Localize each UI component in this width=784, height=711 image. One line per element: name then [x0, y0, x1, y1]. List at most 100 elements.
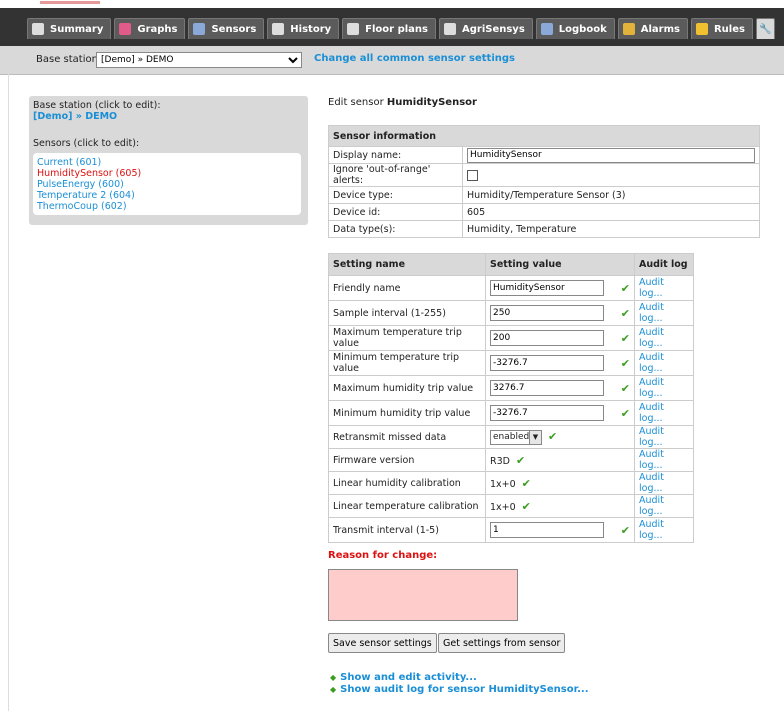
audit-log-link[interactable]: Audit log...	[634, 375, 694, 401]
bell-icon	[622, 23, 635, 35]
setting-row: Maximum temperature trip value ✔ Audit log…	[328, 325, 694, 351]
setting-text: 1x+0	[490, 501, 516, 513]
wrench-icon	[32, 23, 44, 35]
setting-value-cell: ✔	[485, 300, 635, 326]
graph-icon	[119, 23, 132, 35]
cylinder-icon	[443, 23, 456, 35]
sensor-link[interactable]: PulseEnergy (600)	[37, 179, 124, 190]
data-types-value: Humidity, Temperature	[462, 220, 760, 238]
cylinder-icon	[272, 23, 285, 35]
activity-link[interactable]: ◆ Show and edit activity...	[330, 672, 477, 683]
setting-value-wrap: ✔	[490, 405, 630, 421]
audit-log-link[interactable]: Audit log...	[634, 325, 694, 351]
setting-select[interactable]: enabled ▼	[490, 429, 542, 445]
tab-label: Sensors	[211, 23, 257, 35]
setting-value-cell: R3D ✔	[485, 448, 635, 472]
audit-log-link[interactable]: Audit log...	[634, 300, 694, 326]
display-name-input[interactable]	[467, 147, 755, 163]
sensor-link[interactable]: Temperature 2 (604)	[37, 190, 135, 201]
setting-value-cell: ✔	[485, 517, 635, 543]
setting-value-wrap: ✔	[490, 522, 630, 538]
tab-label: AgriSensys	[461, 23, 525, 35]
setting-name: Maximum humidity trip value	[328, 375, 486, 401]
audit-log-link[interactable]: Audit log...	[634, 275, 694, 301]
tab-agrisensys[interactable]: AgriSensys	[438, 18, 533, 39]
tab-label: Alarms	[640, 23, 680, 35]
base-station-bar: Base station: [Demo] » DEMO Change all c…	[0, 46, 784, 75]
edit-prefix: Edit sensor	[328, 97, 384, 108]
sensor-link[interactable]: HumiditySensor (605)	[37, 168, 141, 179]
device-type-value: Humidity/Temperature Sensor (3)	[462, 186, 760, 204]
setting-name: Linear humidity calibration	[328, 471, 486, 495]
tab-summary[interactable]: Summary	[27, 18, 112, 39]
check-icon: ✔	[620, 523, 630, 537]
setting-name: Friendly name	[328, 275, 486, 301]
audit-log-link[interactable]: Audit log...	[634, 517, 694, 543]
setting-input[interactable]	[490, 330, 604, 346]
tab-floor-plans[interactable]: Floor plans	[342, 18, 436, 39]
col-audit-log: Audit log	[634, 253, 694, 276]
display-name-label: Display name:	[328, 146, 463, 164]
tab-rules[interactable]: Rules	[690, 18, 753, 39]
tab-logbook[interactable]: Logbook	[535, 18, 615, 39]
device-type-label: Device type:	[328, 186, 463, 204]
sensor-list: Current (601) HumiditySensor (605) PulseEn…	[33, 153, 301, 215]
tab-graphs[interactable]: Graphs	[114, 18, 186, 39]
setting-text: R3D	[490, 455, 510, 467]
setting-row: Retransmit missed data enabled ▼ ✔ Audit log…	[328, 425, 694, 449]
setting-row: Minimum humidity trip value ✔ Audit log...	[328, 400, 694, 426]
tab-sensors[interactable]: Sensors	[188, 18, 265, 39]
audit-log-link-text: Show audit log for sensor HumiditySensor…	[340, 684, 589, 695]
save-settings-button[interactable]: Save sensor settings	[328, 633, 437, 653]
setting-row: Maximum humidity trip value ✔ Audit log...	[328, 375, 694, 401]
setting-value-wrap: enabled ▼ ✔	[490, 429, 630, 445]
audit-log-link[interactable]: Audit log...	[634, 471, 694, 495]
tab-settings[interactable]: 🔧	[755, 18, 775, 39]
cylinder-icon	[347, 23, 360, 35]
device-id-label: Device id:	[328, 203, 463, 221]
tab-history[interactable]: History	[267, 18, 340, 39]
setting-input[interactable]	[490, 380, 604, 396]
audit-log-link[interactable]: Audit log...	[634, 425, 694, 449]
audit-log-link[interactable]: Audit log...	[634, 448, 694, 472]
audit-log-link[interactable]: Audit log...	[634, 350, 694, 376]
setting-value-wrap: R3D ✔	[490, 454, 630, 467]
sensor-name: HumiditySensor	[386, 97, 477, 108]
chevron-down-icon: ▼	[529, 430, 541, 444]
setting-value-wrap: 1x+0 ✔	[490, 477, 630, 490]
audit-log-link[interactable]: Audit log...	[634, 400, 694, 426]
tab-label: Graphs	[137, 23, 178, 35]
setting-input[interactable]	[490, 355, 604, 371]
setting-input[interactable]	[490, 522, 604, 538]
sensor-link[interactable]: ThermoCoup (602)	[37, 201, 127, 212]
audit-log-link[interactable]: Audit log...	[634, 494, 694, 518]
setting-value-cell: 1x+0 ✔	[485, 494, 635, 518]
setting-row: Firmware version R3D ✔ Audit log...	[328, 448, 694, 472]
change-all-settings-link[interactable]: Change all common sensor settings	[314, 53, 515, 64]
ignore-alerts-checkbox[interactable]	[467, 169, 478, 181]
audit-log-link[interactable]: ◆ Show audit log for sensor HumiditySenso…	[330, 684, 589, 695]
get-settings-button[interactable]: Get settings from sensor	[438, 633, 566, 653]
lightning-icon	[695, 23, 708, 35]
setting-text: 1x+0	[490, 478, 516, 490]
setting-name: Retransmit missed data	[328, 425, 486, 449]
check-icon: ✔	[620, 356, 630, 370]
tab-alarms[interactable]: Alarms	[617, 18, 688, 39]
setting-input[interactable]	[490, 405, 604, 421]
grid-icon	[540, 23, 553, 35]
setting-value-wrap: ✔	[490, 330, 630, 346]
setting-input[interactable]	[490, 305, 604, 321]
setting-name: Minimum temperature trip value	[328, 350, 486, 376]
setting-name: Transmit interval (1-5)	[328, 517, 486, 543]
base-station-select[interactable]: [Demo] » DEMO	[96, 52, 302, 68]
reason-textarea[interactable]	[328, 569, 518, 621]
setting-row: Minimum temperature trip value ✔ Audit log…	[328, 350, 694, 376]
tab-label: Floor plans	[365, 23, 428, 35]
setting-row: Friendly name ✔ Audit log...	[328, 275, 694, 301]
base-station-link[interactable]: [Demo] » DEMO	[33, 111, 117, 122]
setting-value-wrap: ✔	[490, 280, 630, 296]
setting-input[interactable]	[490, 280, 604, 296]
sensor-link[interactable]: Current (601)	[37, 157, 101, 168]
divider	[8, 74, 9, 711]
device-id-value: 605	[462, 203, 760, 221]
